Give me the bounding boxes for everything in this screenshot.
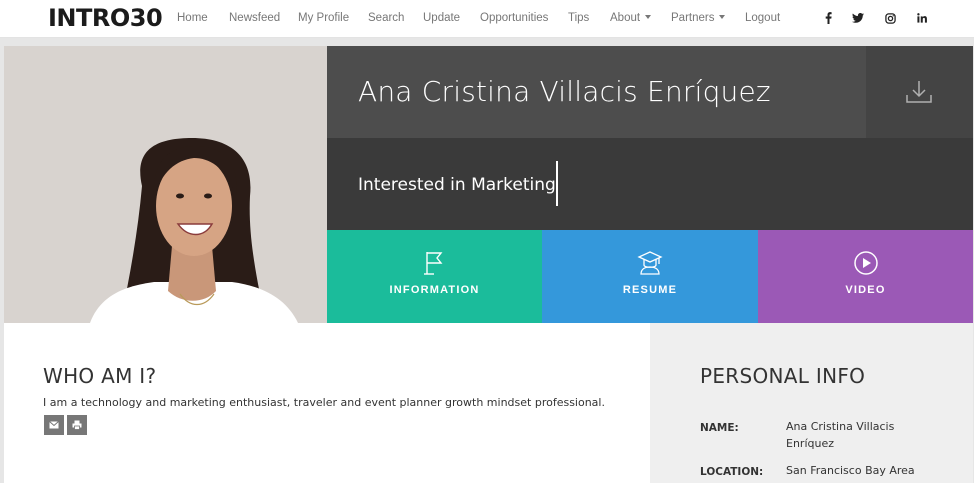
- twitter-icon[interactable]: [851, 11, 865, 25]
- who-am-i-text: I am a technology and marketing enthusia…: [43, 396, 605, 409]
- nav-partners[interactable]: Partners: [671, 11, 726, 25]
- instagram-icon[interactable]: [883, 11, 897, 25]
- flag-icon: [423, 252, 442, 275]
- interest-banner: Interested in Marketing: [327, 138, 973, 230]
- nav-search[interactable]: Search: [368, 11, 404, 25]
- linkedin-icon[interactable]: [915, 11, 929, 25]
- profile-page: Ana Cristina Villacis Enríquez Intereste…: [4, 46, 973, 483]
- profile-name: Ana Cristina Villacis Enríquez: [358, 75, 771, 108]
- play-icon: [853, 251, 878, 275]
- video-label: VIDEO: [845, 284, 886, 296]
- top-navbar: INTRO30 Home Newsfeed My Profile Search …: [0, 0, 974, 38]
- video-tile[interactable]: VIDEO: [758, 230, 973, 323]
- personal-info-section: PERSONAL INFO NAME: Ana Cristina Villaci…: [650, 323, 973, 483]
- nav-my-profile[interactable]: My Profile: [298, 11, 349, 25]
- nav-about[interactable]: About: [610, 11, 652, 25]
- nav-about-label: About: [610, 12, 641, 24]
- profile-photo: [4, 46, 327, 323]
- envelope-icon: [49, 421, 59, 429]
- print-icon: [72, 420, 82, 430]
- graduate-icon: [637, 251, 663, 275]
- name-value: Ana Cristina Villacis Enríquez: [786, 420, 895, 450]
- location-value: San Francisco Bay Area: [786, 464, 915, 477]
- nav-newsfeed[interactable]: Newsfeed: [229, 11, 280, 25]
- resume-label: RESUME: [622, 284, 678, 296]
- chevron-down-icon: [645, 15, 652, 19]
- nav-opportunities[interactable]: Opportunities: [480, 11, 548, 25]
- nav-partners-label: Partners: [671, 12, 715, 24]
- name-header: Ana Cristina Villacis Enríquez: [327, 46, 866, 138]
- download-button[interactable]: [866, 46, 973, 138]
- who-am-i-title: WHO AM I?: [43, 364, 157, 388]
- facebook-icon[interactable]: [821, 11, 835, 25]
- nav-tips[interactable]: Tips: [568, 11, 589, 25]
- location-label: LOCATION:: [700, 466, 764, 478]
- information-label: INFORMATION: [389, 284, 480, 296]
- download-icon: [906, 81, 932, 103]
- who-am-i-section: WHO AM I? I am a technology and marketin…: [4, 323, 650, 483]
- nav-update[interactable]: Update: [423, 11, 460, 25]
- intro30-logo[interactable]: INTRO30: [48, 5, 163, 31]
- personal-info-title: PERSONAL INFO: [700, 364, 866, 388]
- information-tile[interactable]: INFORMATION: [327, 230, 542, 323]
- interest-text: Interested in Marketing: [358, 175, 556, 195]
- email-button[interactable]: [44, 415, 64, 435]
- name-label: NAME:: [700, 422, 739, 434]
- resume-tile[interactable]: RESUME: [542, 230, 758, 323]
- text-cursor: [556, 161, 558, 206]
- nav-logout[interactable]: Logout: [745, 11, 780, 25]
- chevron-down-icon: [719, 15, 726, 19]
- print-button[interactable]: [67, 415, 87, 435]
- nav-home[interactable]: Home: [177, 11, 208, 25]
